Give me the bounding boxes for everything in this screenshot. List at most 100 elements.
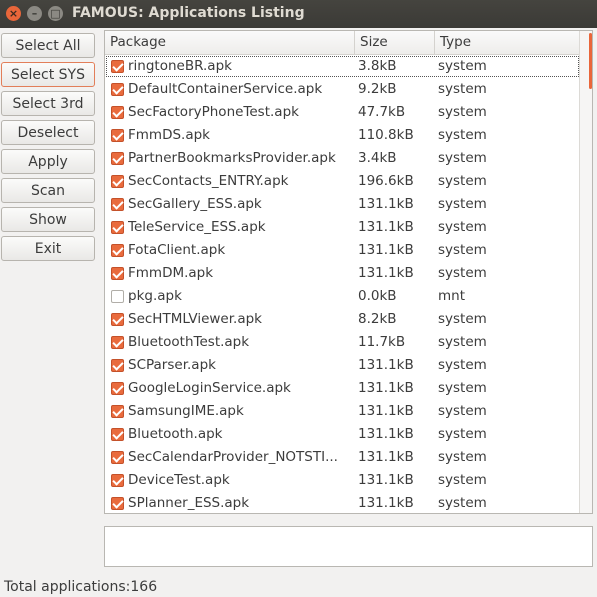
type-cell: system — [438, 265, 487, 281]
table-row[interactable]: SamsungIME.apk 131.1kB system — [105, 400, 580, 423]
row-checkbox[interactable] — [111, 83, 124, 96]
row-checkbox[interactable] — [111, 267, 124, 280]
table-body: ringtoneBR.apk 3.8kB system DefaultContaine… — [105, 55, 580, 513]
row-checkbox[interactable] — [111, 474, 124, 487]
size-cell: 11.7kB — [358, 334, 406, 350]
row-checkbox[interactable] — [111, 244, 124, 257]
row-checkbox[interactable] — [111, 106, 124, 119]
title-bar: × – □ FAMOUS: Applications Listing — [0, 0, 597, 28]
table-header: Package Size Type — [105, 31, 580, 55]
size-cell: 3.8kB — [358, 58, 397, 74]
size-cell: 131.1kB — [358, 495, 414, 511]
row-checkbox[interactable] — [111, 382, 124, 395]
select-sys-button[interactable]: Select SYS — [1, 62, 95, 87]
package-name-cell: SecContacts_ENTRY.apk — [128, 173, 289, 189]
table-row[interactable]: BluetoothTest.apk 11.7kB system — [105, 331, 580, 354]
package-name-cell: FmmDM.apk — [128, 265, 214, 281]
package-name-cell: SecCalendarProvider_NOTSTI... — [128, 449, 338, 465]
package-name-cell: DeviceTest.apk — [128, 472, 230, 488]
row-checkbox[interactable] — [111, 428, 124, 441]
window-title: FAMOUS: Applications Listing — [72, 5, 305, 21]
size-cell: 110.8kB — [358, 127, 414, 143]
column-header-type[interactable]: Type — [435, 31, 580, 54]
minimize-icon[interactable]: – — [27, 6, 42, 21]
row-checkbox[interactable] — [111, 336, 124, 349]
table-row[interactable]: SecHTMLViewer.apk 8.2kB system — [105, 308, 580, 331]
deselect-button[interactable]: Deselect — [1, 120, 95, 145]
row-checkbox[interactable] — [111, 451, 124, 464]
package-name-cell: SamsungIME.apk — [128, 403, 244, 419]
maximize-icon[interactable]: □ — [48, 6, 63, 21]
table-scrollbar[interactable] — [579, 31, 592, 513]
table-row[interactable]: SecContacts_ENTRY.apk 196.6kB system — [105, 170, 580, 193]
table-row[interactable]: SecFactoryPhoneTest.apk 47.7kB system — [105, 101, 580, 124]
table-row[interactable]: GoogleLoginService.apk 131.1kB system — [105, 377, 580, 400]
show-button[interactable]: Show — [1, 207, 95, 232]
package-name-cell: SCParser.apk — [128, 357, 216, 373]
row-checkbox[interactable] — [111, 129, 124, 142]
size-cell: 131.1kB — [358, 380, 414, 396]
scan-button[interactable]: Scan — [1, 178, 95, 203]
row-checkbox[interactable] — [111, 359, 124, 372]
size-cell: 131.1kB — [358, 196, 414, 212]
apply-button[interactable]: Apply — [1, 149, 95, 174]
package-name-cell: pkg.apk — [128, 288, 182, 304]
table-row[interactable]: TeleService_ESS.apk 131.1kB system — [105, 216, 580, 239]
type-cell: system — [438, 311, 487, 327]
select-3rd-button[interactable]: Select 3rd — [1, 91, 95, 116]
package-name-cell: Bluetooth.apk — [128, 426, 223, 442]
size-cell: 131.1kB — [358, 449, 414, 465]
type-cell: system — [438, 426, 487, 442]
package-name-cell: PartnerBookmarksProvider.apk — [128, 150, 336, 166]
row-checkbox[interactable] — [111, 221, 124, 234]
table-row[interactable]: FmmDM.apk 131.1kB system — [105, 262, 580, 285]
output-text-area[interactable] — [104, 526, 593, 567]
type-cell: system — [438, 334, 487, 350]
row-checkbox[interactable] — [111, 405, 124, 418]
table-row[interactable]: SPlanner_ESS.apk 131.1kB system — [105, 492, 580, 513]
column-header-size[interactable]: Size — [355, 31, 435, 54]
table-row[interactable]: PartnerBookmarksProvider.apk 3.4kB system — [105, 147, 580, 170]
type-cell: system — [438, 196, 487, 212]
column-header-package[interactable]: Package — [105, 31, 355, 54]
type-cell: system — [438, 150, 487, 166]
type-cell: system — [438, 219, 487, 235]
table-row[interactable]: FmmDS.apk 110.8kB system — [105, 124, 580, 147]
table-row[interactable]: SecCalendarProvider_NOTSTI... 131.1kB syst… — [105, 446, 580, 469]
package-name-cell: BluetoothTest.apk — [128, 334, 250, 350]
type-cell: mnt — [438, 288, 465, 304]
package-name-cell: FmmDS.apk — [128, 127, 210, 143]
table-row[interactable]: Bluetooth.apk 131.1kB system — [105, 423, 580, 446]
scrollbar-thumb[interactable] — [589, 33, 592, 89]
type-cell: system — [438, 127, 487, 143]
package-name-cell: SecFactoryPhoneTest.apk — [128, 104, 299, 120]
exit-button[interactable]: Exit — [1, 236, 95, 261]
select-all-button[interactable]: Select All — [1, 33, 95, 58]
row-checkbox[interactable] — [111, 313, 124, 326]
package-name-cell: TeleService_ESS.apk — [128, 219, 266, 235]
size-cell: 131.1kB — [358, 357, 414, 373]
table-row[interactable]: SecGallery_ESS.apk 131.1kB system — [105, 193, 580, 216]
size-cell: 131.1kB — [358, 403, 414, 419]
type-cell: system — [438, 495, 487, 511]
size-cell: 9.2kB — [358, 81, 397, 97]
table-row[interactable]: pkg.apk 0.0kB mnt — [105, 285, 580, 308]
table-row[interactable]: SCParser.apk 131.1kB system — [105, 354, 580, 377]
type-cell: system — [438, 173, 487, 189]
table-row[interactable]: DefaultContainerService.apk 9.2kB system — [105, 78, 580, 101]
row-checkbox[interactable] — [111, 198, 124, 211]
row-checkbox[interactable] — [111, 152, 124, 165]
row-checkbox[interactable] — [111, 175, 124, 188]
type-cell: system — [438, 242, 487, 258]
table-row[interactable]: FotaClient.apk 131.1kB system — [105, 239, 580, 262]
row-checkbox[interactable] — [111, 60, 124, 73]
table-row[interactable]: DeviceTest.apk 131.1kB system — [105, 469, 580, 492]
size-cell: 8.2kB — [358, 311, 397, 327]
size-cell: 0.0kB — [358, 288, 397, 304]
row-checkbox[interactable] — [111, 290, 124, 303]
row-checkbox[interactable] — [111, 497, 124, 510]
close-icon[interactable]: × — [6, 6, 21, 21]
table-row[interactable]: ringtoneBR.apk 3.8kB system — [105, 55, 580, 78]
size-cell: 196.6kB — [358, 173, 414, 189]
package-name-cell: SecHTMLViewer.apk — [128, 311, 262, 327]
